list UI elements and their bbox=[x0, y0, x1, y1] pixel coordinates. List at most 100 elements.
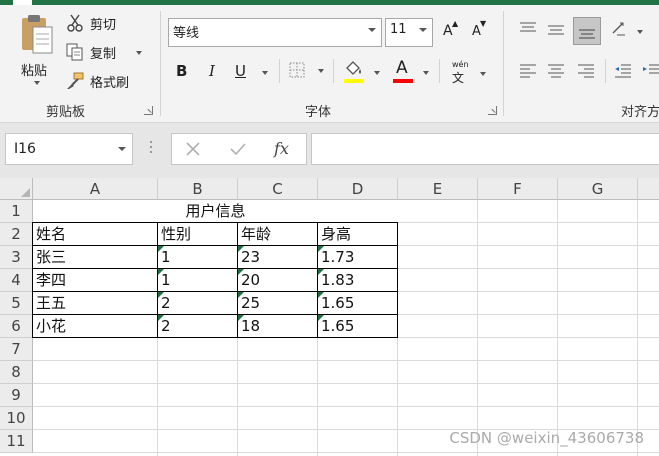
table-cell-gender[interactable]: 2 bbox=[157, 291, 238, 315]
watermark-text: CSDN @weixin_43606738 bbox=[449, 429, 644, 447]
font-name-dropdown-icon[interactable] bbox=[368, 28, 376, 32]
format-painter-button[interactable]: 格式刷 bbox=[66, 71, 140, 91]
align-bottom-button[interactable] bbox=[573, 17, 601, 45]
column-header-h[interactable] bbox=[638, 178, 659, 200]
error-indicator-icon[interactable] bbox=[238, 292, 244, 298]
error-indicator-icon[interactable] bbox=[238, 315, 244, 321]
table-cell-age[interactable]: 25 bbox=[237, 291, 318, 315]
name-box-dropdown-icon[interactable] bbox=[118, 147, 126, 151]
align-left-button[interactable] bbox=[517, 61, 539, 83]
phonetic-button[interactable]: wén 文 bbox=[450, 60, 490, 86]
row-header-10[interactable]: 10 bbox=[0, 407, 33, 430]
clipboard-dialog-launcher-icon[interactable] bbox=[144, 106, 153, 115]
header-cell-name[interactable]: 姓名 bbox=[32, 222, 158, 246]
confirm-entry-icon[interactable] bbox=[229, 141, 247, 157]
italic-button[interactable]: I bbox=[209, 62, 215, 80]
borders-button[interactable] bbox=[289, 62, 325, 82]
select-all-corner[interactable] bbox=[0, 178, 33, 200]
column-header-b[interactable]: B bbox=[158, 178, 238, 200]
insert-function-button[interactable]: fx bbox=[274, 139, 289, 158]
paste-button[interactable]: 粘贴 bbox=[14, 12, 60, 94]
font-color-dropdown-icon[interactable] bbox=[423, 71, 429, 75]
title-cell[interactable]: 用户信息 bbox=[33, 200, 398, 223]
fill-color-button[interactable] bbox=[344, 58, 384, 86]
align-middle-button[interactable] bbox=[545, 18, 567, 42]
formula-input[interactable] bbox=[311, 133, 659, 165]
table-cell-name[interactable]: 王五 bbox=[32, 291, 158, 315]
bold-button[interactable]: B bbox=[176, 62, 187, 80]
row-header-9[interactable]: 9 bbox=[0, 384, 33, 407]
error-indicator-icon[interactable] bbox=[238, 246, 244, 252]
cut-button[interactable]: 剪切 bbox=[66, 13, 126, 33]
name-box[interactable]: I16 bbox=[5, 133, 133, 165]
font-dialog-launcher-icon[interactable] bbox=[488, 106, 497, 115]
error-indicator-icon[interactable] bbox=[158, 292, 164, 298]
table-cell-name[interactable]: 张三 bbox=[32, 245, 158, 269]
copy-dropdown-icon[interactable] bbox=[136, 51, 142, 55]
underline-button[interactable]: U bbox=[235, 62, 246, 80]
table-cell-name[interactable]: 小花 bbox=[32, 314, 158, 338]
cut-label: 剪切 bbox=[90, 18, 117, 33]
worksheet-grid[interactable]: A B C D E F G 1 2 3 4 5 6 7 8 9 10 11 用户… bbox=[0, 178, 659, 456]
error-indicator-icon[interactable] bbox=[238, 269, 244, 275]
column-header-d[interactable]: D bbox=[318, 178, 398, 200]
decrease-indent-button[interactable] bbox=[612, 61, 634, 83]
column-header-e[interactable]: E bbox=[398, 178, 478, 200]
column-header-g[interactable]: G bbox=[558, 178, 638, 200]
column-header-c[interactable]: C bbox=[238, 178, 318, 200]
shrink-font-button[interactable]: A ▼ bbox=[470, 19, 488, 41]
error-indicator-icon[interactable] bbox=[318, 246, 324, 252]
orientation-button[interactable] bbox=[611, 18, 651, 42]
row-header-8[interactable]: 8 bbox=[0, 361, 33, 384]
error-indicator-icon[interactable] bbox=[318, 292, 324, 298]
copy-icon bbox=[66, 43, 83, 61]
header-cell-gender[interactable]: 性别 bbox=[157, 222, 238, 246]
cancel-entry-icon[interactable] bbox=[185, 141, 201, 157]
align-center-button[interactable] bbox=[545, 61, 567, 83]
header-cell-height[interactable]: 身高 bbox=[317, 222, 398, 246]
row-header-5[interactable]: 5 bbox=[0, 292, 33, 315]
copy-button[interactable]: 复制 bbox=[66, 42, 146, 62]
table-cell-age[interactable]: 23 bbox=[237, 245, 318, 269]
increase-indent-button[interactable] bbox=[640, 61, 659, 83]
row-header-1[interactable]: 1 bbox=[0, 200, 33, 223]
error-indicator-icon[interactable] bbox=[158, 246, 164, 252]
align-right-button[interactable] bbox=[575, 61, 597, 83]
underline-dropdown-icon[interactable] bbox=[262, 71, 268, 75]
align-top-button[interactable] bbox=[517, 18, 539, 42]
column-header-a[interactable]: A bbox=[33, 178, 158, 200]
font-size-combobox[interactable]: 11 bbox=[385, 18, 433, 47]
row-header-6[interactable]: 6 bbox=[0, 315, 33, 338]
error-indicator-icon[interactable] bbox=[158, 269, 164, 275]
align-center-icon bbox=[548, 64, 564, 78]
table-cell-gender[interactable]: 1 bbox=[157, 245, 238, 269]
row-header-11[interactable]: 11 bbox=[0, 430, 33, 453]
table-cell-height[interactable]: 1.83 bbox=[317, 268, 398, 292]
error-indicator-icon[interactable] bbox=[318, 315, 324, 321]
phonetic-dropdown-icon[interactable] bbox=[480, 72, 486, 76]
font-name-combobox[interactable]: 等线 bbox=[168, 18, 382, 47]
grow-font-button[interactable]: A ▲ bbox=[441, 19, 459, 41]
header-cell-age[interactable]: 年龄 bbox=[237, 222, 318, 246]
table-cell-age[interactable]: 20 bbox=[237, 268, 318, 292]
table-cell-height[interactable]: 1.65 bbox=[317, 314, 398, 338]
font-color-button[interactable]: A bbox=[393, 58, 433, 86]
orientation-dropdown-icon[interactable] bbox=[637, 30, 643, 34]
table-cell-gender[interactable]: 1 bbox=[157, 268, 238, 292]
row-header-4[interactable]: 4 bbox=[0, 269, 33, 292]
column-header-f[interactable]: F bbox=[478, 178, 558, 200]
error-indicator-icon[interactable] bbox=[318, 269, 324, 275]
row-header-3[interactable]: 3 bbox=[0, 246, 33, 269]
row-header-2[interactable]: 2 bbox=[0, 223, 33, 246]
borders-dropdown-icon[interactable] bbox=[318, 69, 324, 73]
table-cell-gender[interactable]: 2 bbox=[157, 314, 238, 338]
font-size-dropdown-icon[interactable] bbox=[419, 28, 427, 32]
table-cell-age[interactable]: 18 bbox=[237, 314, 318, 338]
table-cell-height[interactable]: 1.73 bbox=[317, 245, 398, 269]
fill-color-dropdown-icon[interactable] bbox=[374, 71, 380, 75]
table-cell-height[interactable]: 1.65 bbox=[317, 291, 398, 315]
paste-dropdown-icon[interactable] bbox=[34, 81, 40, 85]
error-indicator-icon[interactable] bbox=[158, 315, 164, 321]
row-header-7[interactable]: 7 bbox=[0, 338, 33, 361]
table-cell-name[interactable]: 李四 bbox=[32, 268, 158, 292]
